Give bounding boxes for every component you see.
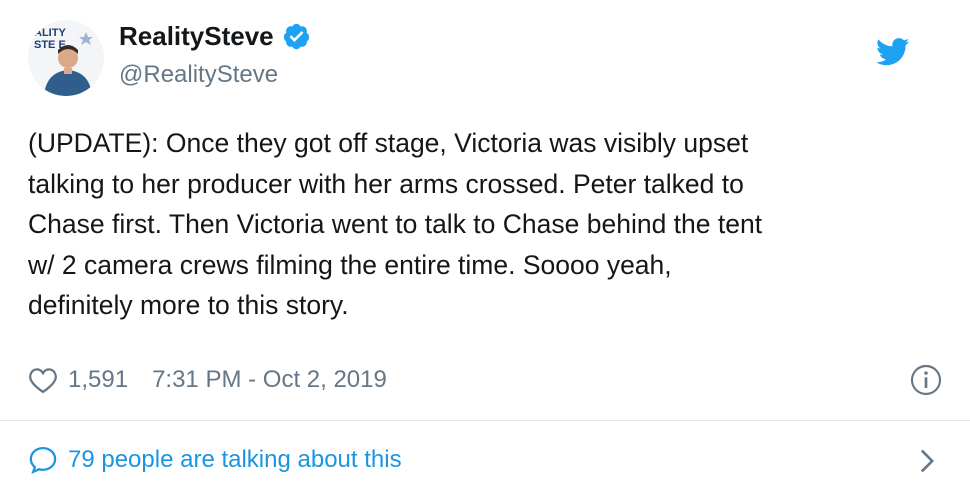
chevron-right-icon[interactable] bbox=[918, 448, 936, 474]
talking-about-link[interactable]: 79 people are talking about this bbox=[28, 440, 942, 480]
speech-bubble-icon bbox=[29, 446, 57, 474]
handle[interactable]: @RealitySteve bbox=[119, 60, 311, 90]
twitter-bird-icon[interactable] bbox=[876, 38, 910, 66]
avatar[interactable]: ALITY STE E bbox=[28, 20, 104, 96]
tweet-meta: 1,591 7:31 PM - Oct 2, 2019 bbox=[28, 362, 942, 398]
tweet-card: ALITY STE E RealitySteve @RealitySteve (… bbox=[0, 0, 970, 488]
svg-text:ALITY: ALITY bbox=[34, 27, 66, 39]
verified-badge-icon bbox=[282, 22, 311, 51]
divider bbox=[0, 420, 970, 421]
like-count[interactable]: 1,591 bbox=[68, 366, 128, 394]
talking-about-label[interactable]: 79 people are talking about this bbox=[68, 446, 402, 474]
heart-icon[interactable] bbox=[28, 366, 58, 394]
display-name[interactable]: RealitySteve bbox=[119, 20, 274, 52]
name-block: RealitySteve @RealitySteve bbox=[119, 20, 311, 90]
info-icon[interactable] bbox=[910, 364, 942, 396]
tweet-header: ALITY STE E RealitySteve @RealitySteve bbox=[28, 16, 938, 96]
tweet-text: (UPDATE): Once they got off stage, Victo… bbox=[28, 128, 763, 320]
timestamp[interactable]: 7:31 PM - Oct 2, 2019 bbox=[152, 366, 387, 394]
